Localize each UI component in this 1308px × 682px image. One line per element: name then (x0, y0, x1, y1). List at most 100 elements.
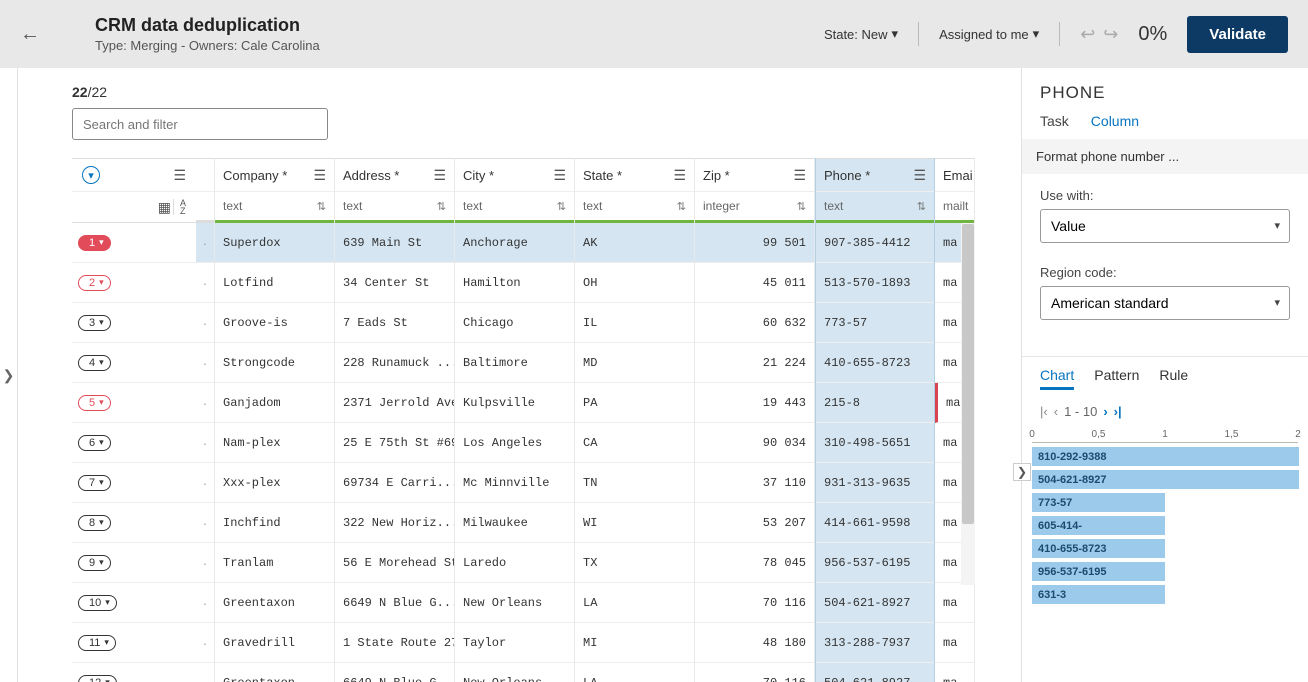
cell-zip[interactable]: 19 443 (695, 383, 814, 423)
expand-right-panel[interactable]: ❯ (1013, 463, 1031, 481)
cell-zip[interactable]: 90 034 (695, 423, 814, 463)
state-dropdown[interactable]: State: New ▾ (824, 26, 898, 42)
cell-address[interactable]: 322 New Horiz... (335, 503, 454, 543)
column-header[interactable]: Address *☰text⇅ (335, 158, 454, 223)
cell-city[interactable]: New Orleans (455, 663, 574, 682)
cell-email[interactable]: ma (935, 583, 974, 623)
cell-state[interactable]: OH (575, 263, 694, 303)
tab-rule[interactable]: Rule (1159, 367, 1188, 390)
cell-zip[interactable]: 60 632 (695, 303, 814, 343)
cell-address[interactable]: 1 State Route 27 (335, 623, 454, 663)
search-input[interactable] (72, 108, 328, 140)
cell-address[interactable]: 69734 E Carri... (335, 463, 454, 503)
cell-state[interactable]: TN (575, 463, 694, 503)
cell-state[interactable]: WI (575, 503, 694, 543)
expand-left-panel[interactable]: ❯ (3, 367, 15, 384)
column-menu-icon[interactable]: ☰ (433, 167, 446, 184)
validate-button[interactable]: Validate (1187, 16, 1288, 53)
column-menu-icon[interactable]: ☰ (553, 167, 566, 184)
cell-city[interactable]: Chicago (455, 303, 574, 343)
region-code-select[interactable]: American standard (1040, 286, 1290, 320)
undo-button[interactable]: ↩ (1080, 24, 1095, 45)
sort-icon[interactable]: ⇅ (797, 200, 806, 213)
cell-address[interactable]: 7 Eads St (335, 303, 454, 343)
column-header[interactable]: Company *☰text⇅ (215, 158, 334, 223)
cell-company[interactable]: Strongcode (215, 343, 334, 383)
cell-phone[interactable]: 414-661-9598 (816, 503, 934, 543)
sort-az-icon[interactable]: AZ (173, 199, 186, 215)
row-group-pill[interactable]: 4 ▾ (78, 355, 111, 371)
cell-company[interactable]: Gravedrill (215, 623, 334, 663)
tab-chart[interactable]: Chart (1040, 367, 1074, 390)
row-group-pill[interactable]: 3 ▾ (78, 315, 111, 331)
row-group-pill[interactable]: 1 ▾ (78, 235, 111, 251)
cell-company[interactable]: Tranlam (215, 543, 334, 583)
chart-bar[interactable]: 605-414- (1032, 516, 1165, 535)
column-header[interactable]: Emaimailt (935, 158, 974, 223)
chart-bar[interactable]: 504-621-8927 (1032, 470, 1299, 489)
cell-city[interactable]: New Orleans (455, 583, 574, 623)
chart-bar[interactable]: 410-655-8723 (1032, 539, 1165, 558)
cell-city[interactable]: Anchorage (455, 223, 574, 263)
redo-button[interactable]: ↪ (1103, 24, 1118, 45)
column-menu-icon[interactable]: ☰ (313, 167, 326, 184)
cell-phone[interactable]: 410-655-8723 (816, 343, 934, 383)
sort-icon[interactable]: ⇅ (557, 200, 566, 213)
cell-zip[interactable]: 78 045 (695, 543, 814, 583)
cell-state[interactable]: PA (575, 383, 694, 423)
use-with-select[interactable]: Value (1040, 209, 1290, 243)
cell-address[interactable]: 34 Center St (335, 263, 454, 303)
cell-phone[interactable]: 931-313-9635 (816, 463, 934, 503)
column-menu-icon[interactable]: ☰ (793, 167, 806, 184)
column-header[interactable]: Zip *☰integer⇅ (695, 158, 814, 223)
row-group-pill[interactable]: 8 ▾ (78, 515, 111, 531)
cell-phone[interactable]: 215-8 (816, 383, 934, 423)
cell-phone[interactable]: 310-498-5651 (816, 423, 934, 463)
cell-phone[interactable]: 773-57 (816, 303, 934, 343)
cell-city[interactable]: Mc Minnville (455, 463, 574, 503)
cell-phone[interactable]: 956-537-6195 (816, 543, 934, 583)
cell-city[interactable]: Baltimore (455, 343, 574, 383)
pager-prev[interactable]: ‹ (1054, 404, 1058, 419)
column-header[interactable]: State *☰text⇅ (575, 158, 694, 223)
column-header[interactable]: City *☰text⇅ (455, 158, 574, 223)
tab-task[interactable]: Task (1040, 113, 1069, 129)
cell-state[interactable]: MD (575, 343, 694, 383)
row-group-pill[interactable]: 5 ▾ (78, 395, 111, 411)
cell-state[interactable]: LA (575, 583, 694, 623)
cell-city[interactable]: Los Angeles (455, 423, 574, 463)
cell-company[interactable]: Greentaxon (215, 663, 334, 682)
sort-icon[interactable]: ⇅ (437, 200, 446, 213)
column-menu-icon[interactable]: ☰ (913, 167, 926, 184)
cell-city[interactable]: Laredo (455, 543, 574, 583)
cell-company[interactable]: Ganjadom (215, 383, 334, 423)
cell-city[interactable]: Hamilton (455, 263, 574, 303)
scrollbar-thumb[interactable] (962, 224, 974, 524)
cell-state[interactable]: AK (575, 223, 694, 263)
cell-zip[interactable]: 37 110 (695, 463, 814, 503)
cell-phone[interactable]: 504-621-8927 (816, 583, 934, 623)
cell-zip[interactable]: 45 011 (695, 263, 814, 303)
cell-company[interactable]: Inchfind (215, 503, 334, 543)
cell-phone[interactable]: 504-621-8927 (816, 663, 934, 682)
cell-zip[interactable]: 53 207 (695, 503, 814, 543)
collapse-all-icon[interactable]: ▾ (82, 166, 100, 184)
pager-last[interactable]: ›| (1114, 404, 1122, 419)
assigned-dropdown[interactable]: Assigned to me ▾ (939, 26, 1039, 42)
cell-company[interactable]: Nam-plex (215, 423, 334, 463)
vertical-scrollbar[interactable] (961, 223, 975, 585)
sort-icon[interactable]: ⇅ (317, 200, 326, 213)
cell-address[interactable]: 228 Runamuck ... (335, 343, 454, 383)
cell-email[interactable]: ma (935, 663, 974, 682)
sort-icon[interactable]: ⇅ (917, 200, 926, 213)
cell-company[interactable]: Lotfind (215, 263, 334, 303)
chart-bar[interactable]: 956-537-6195 (1032, 562, 1165, 581)
row-group-pill[interactable]: 9 ▾ (78, 555, 111, 571)
cell-state[interactable]: MI (575, 623, 694, 663)
row-group-pill[interactable]: 11 ▾ (78, 635, 116, 651)
cell-company[interactable]: Xxx-plex (215, 463, 334, 503)
cell-company[interactable]: Superdox (215, 223, 334, 263)
cell-zip[interactable]: 21 224 (695, 343, 814, 383)
cell-phone[interactable]: 907-385-4412 (816, 223, 934, 263)
cell-zip[interactable]: 48 180 (695, 623, 814, 663)
